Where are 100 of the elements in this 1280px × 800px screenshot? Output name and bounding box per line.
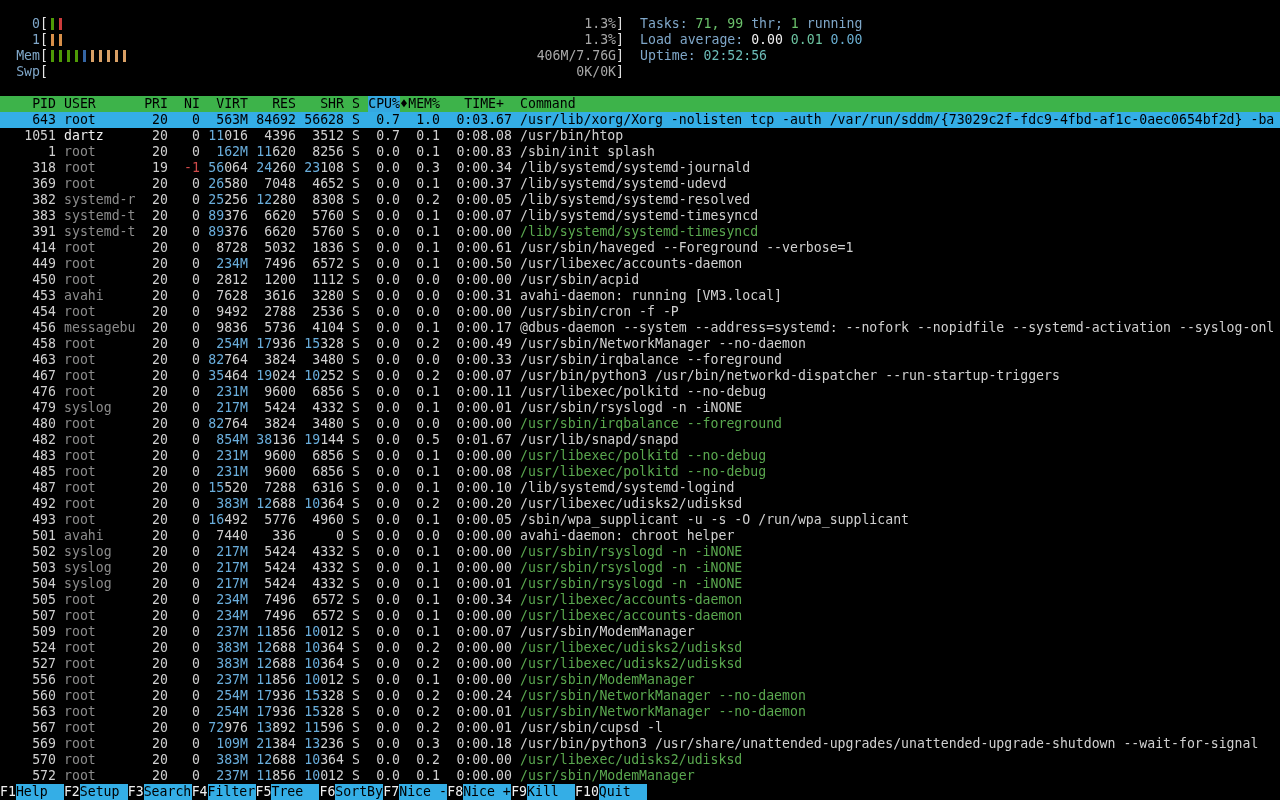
- table-cell: 11596: [304, 720, 344, 736]
- process-row[interactable]: 509 root 20 0 237M 11856 10012 S 0.0 0.1 0:00.07 /usr/sbin/ModemManager: [0, 624, 1280, 640]
- process-row[interactable]: 1 root 20 0 162M 11620 8256 S 0.0 0.1 0:00.83 /sbin/init splash: [0, 144, 1280, 160]
- function-button[interactable]: Setup: [79, 784, 128, 800]
- process-row[interactable]: 505 root 20 0 234M 7496 6572 S 0.0 0.1 0:00.34 /usr/libexec/accounts-daemon: [0, 592, 1280, 608]
- process-row[interactable]: 643 root 20 0 563M 84692 56628 S 0.7 1.0 0:03.67 /usr/lib/xorg/Xorg -nolisten tcp -auth /var/run/sddm/{73029c2f-fdc9-4fbd-af1c-0aec0654bf2d} -ba: [0, 112, 1280, 128]
- function-button[interactable]: Search: [143, 784, 192, 800]
- function-button[interactable]: Help: [15, 784, 64, 800]
- process-row[interactable]: 504 syslog 20 0 217M 5424 4332 S 0.0 0.1 0:00.01 /usr/sbin/rsyslogd -n -iNONE: [0, 576, 1280, 592]
- process-row[interactable]: 493 root 20 0 16492 5776 4960 S 0.0 0.1 0:00.05 /sbin/wpa_supplicant -u -s -O /run/wpa_supplicant: [0, 512, 1280, 528]
- function-button[interactable]: Nice -: [399, 784, 448, 800]
- table-cell-text: 0: [191, 656, 200, 672]
- table-cell-text: 0.0: [375, 576, 400, 592]
- column-header[interactable]: RES: [256, 96, 296, 112]
- process-row[interactable]: 501 avahi 20 0 7440 336 0 S 0.0 0.0 0:00.00 avahi-daemon: chroot helper: [0, 528, 1280, 544]
- function-button[interactable]: Tree: [271, 784, 320, 800]
- process-row[interactable]: 463 root 20 0 82764 3824 3480 S 0.0 0.0 0:00.33 /usr/sbin/irqbalance --foreground: [0, 352, 1280, 368]
- table-cell-text: 20: [151, 496, 168, 512]
- process-row[interactable]: 453 avahi 20 0 7628 3616 3280 S 0.0 0.0 0:00.31 avahi-daemon: running [VM3.local]: [0, 288, 1280, 304]
- process-row[interactable]: 467 root 20 0 35464 19024 10252 S 0.0 0.2 0:00.07 /usr/bin/python3 /usr/bin/networkd-dispatcher --run-startup-triggers: [0, 368, 1280, 384]
- process-row[interactable]: 556 root 20 0 237M 11856 10012 S 0.0 0.1 0:00.00 /usr/sbin/ModemManager: [0, 672, 1280, 688]
- table-cell-text: 0.0: [375, 464, 400, 480]
- table-cell-text: root: [64, 688, 97, 704]
- process-row[interactable]: 1051 dartz 20 0 11016 4396 3512 S 0.7 0.1 0:08.08 /usr/bin/htop: [0, 128, 1280, 144]
- process-row[interactable]: 382 systemd-r 20 0 25256 12280 8308 S 0.0 0.2 0:00.05 /lib/systemd/systemd-resolved: [0, 192, 1280, 208]
- table-cell-text: 109M: [215, 736, 248, 752]
- process-row[interactable]: 570 root 20 0 383M 12688 10364 S 0.0 0.2 0:00.00 /usr/libexec/udisks2/udisksd: [0, 752, 1280, 768]
- process-row[interactable]: 560 root 20 0 254M 17936 15328 S 0.0 0.2 0:00.24 /usr/sbin/NetworkManager --no-daemon: [0, 688, 1280, 704]
- process-row[interactable]: 456 messagebu 20 0 9836 5736 4104 S 0.0 0.1 0:00.17 @dbus-daemon --system --address=systemd: --nofork --nopidfile --systemd-activation --syslog-onl: [0, 320, 1280, 336]
- column-header[interactable]: CPU%: [368, 96, 400, 112]
- column-header[interactable]: MEM%: [408, 96, 440, 112]
- column-header[interactable]: PRI: [144, 96, 168, 112]
- table-cell: 19144: [304, 432, 344, 448]
- process-row[interactable]: 563 root 20 0 254M 17936 15328 S 0.0 0.2 0:00.01 /usr/sbin/NetworkManager --no-daemon: [0, 704, 1280, 720]
- table-cell-text: 20: [151, 464, 168, 480]
- table-cell-text: 0: [191, 224, 200, 240]
- table-cell-text: 0:00.61: [455, 240, 512, 256]
- table-cell: 23108: [304, 160, 344, 176]
- process-row[interactable]: 482 root 20 0 854M 38136 19144 S 0.0 0.5 0:01.67 /usr/lib/snapd/snapd: [0, 432, 1280, 448]
- process-row[interactable]: 487 root 20 0 15520 7288 6316 S 0.0 0.1 0:00.10 /lib/systemd/systemd-logind: [0, 480, 1280, 496]
- table-cell-text: 0.2: [415, 336, 440, 352]
- process-row[interactable]: 485 root 20 0 231M 9600 6856 S 0.0 0.1 0:00.08 /usr/libexec/polkitd --no-debug: [0, 464, 1280, 480]
- process-row[interactable]: 492 root 20 0 383M 12688 10364 S 0.0 0.2 0:00.20 /usr/libexec/udisks2/udisksd: [0, 496, 1280, 512]
- table-cell: S: [352, 416, 360, 432]
- table-cell-text: root: [64, 176, 97, 192]
- process-row[interactable]: 450 root 20 0 2812 1200 1112 S 0.0 0.0 0:00.00 /usr/sbin/acpid: [0, 272, 1280, 288]
- process-row[interactable]: 458 root 20 0 254M 17936 15328 S 0.0 0.2 0:00.49 /usr/sbin/NetworkManager --no-daemon: [0, 336, 1280, 352]
- process-row[interactable]: 524 root 20 0 383M 12688 10364 S 0.0 0.2 0:00.00 /usr/libexec/udisks2/udisksd: [0, 640, 1280, 656]
- table-cell-text: 0.2: [415, 496, 440, 512]
- column-header[interactable]: S: [352, 96, 360, 112]
- table-cell-text: 162M: [215, 144, 248, 160]
- process-row[interactable]: 507 root 20 0 234M 7496 6572 S 0.0 0.1 0:00.00 /usr/libexec/accounts-daemon: [0, 608, 1280, 624]
- process-row[interactable]: 414 root 20 0 8728 5032 1836 S 0.0 0.1 0:00.61 /usr/sbin/haveged --Foreground --verbose=1: [0, 240, 1280, 256]
- column-header[interactable]: VIRT: [208, 96, 248, 112]
- process-row[interactable]: 572 root 20 0 237M 11856 10012 S 0.0 0.1 0:00.00 /usr/sbin/ModemManager: [0, 768, 1280, 784]
- table-cell-text: 0.0: [375, 448, 400, 464]
- column-header[interactable]: USER: [64, 96, 136, 112]
- process-row[interactable]: 480 root 20 0 82764 3824 3480 S 0.0 0.0 0:00.00 /usr/sbin/irqbalance --foreground: [0, 416, 1280, 432]
- column-header[interactable]: SHR: [304, 96, 344, 112]
- table-cell-text: 0:00.00: [455, 528, 512, 544]
- function-button[interactable]: Nice +: [463, 784, 512, 800]
- function-button[interactable]: Quit: [598, 784, 647, 800]
- table-cell: 56064: [208, 160, 248, 176]
- table-cell: 25256: [208, 192, 248, 208]
- column-header[interactable]: PID: [0, 96, 56, 112]
- table-cell: S: [352, 592, 360, 608]
- process-row[interactable]: 527 root 20 0 383M 12688 10364 S 0.0 0.2 0:00.00 /usr/libexec/udisks2/udisksd: [0, 656, 1280, 672]
- function-button[interactable]: Filter: [207, 784, 256, 800]
- column-header[interactable]: Command: [520, 96, 1280, 112]
- column-header[interactable]: TIME+: [448, 96, 512, 112]
- table-cell-text: 0.1: [415, 512, 440, 528]
- function-button[interactable]: Kill: [527, 784, 575, 800]
- process-row[interactable]: 479 syslog 20 0 217M 5424 4332 S 0.0 0.1 0:00.01 /usr/sbin/rsyslogd -n -iNONE: [0, 400, 1280, 416]
- process-row[interactable]: 503 syslog 20 0 217M 5424 4332 S 0.0 0.1 0:00.00 /usr/sbin/rsyslogd -n -iNONE: [0, 560, 1280, 576]
- function-button[interactable]: SortBy: [335, 784, 384, 800]
- process-row[interactable]: 369 root 20 0 26580 7048 4652 S 0.0 0.1 0:00.37 /lib/systemd/systemd-udevd: [0, 176, 1280, 192]
- table-cell-text: /lib/systemd/systemd-timesyncd: [520, 208, 760, 224]
- table-cell-text: 0: [335, 528, 344, 544]
- table-cell-text: root: [64, 512, 97, 528]
- process-row[interactable]: 383 systemd-t 20 0 89376 6620 5760 S 0.0 0.1 0:00.07 /lib/systemd/systemd-timesyncd: [0, 208, 1280, 224]
- table-cell: S: [352, 512, 360, 528]
- process-row[interactable]: 318 root 19 -1 56064 24260 23108 S 0.0 0.3 0:00.34 /lib/systemd/systemd-journald: [0, 160, 1280, 176]
- table-cell-text: 0.0: [375, 528, 400, 544]
- process-row[interactable]: 502 syslog 20 0 217M 5424 4332 S 0.0 0.1 0:00.00 /usr/sbin/rsyslogd -n -iNONE: [0, 544, 1280, 560]
- table-cell-text: 0.0: [375, 768, 400, 784]
- table-cell-text: 0.0: [375, 384, 400, 400]
- table-cell: 10252: [304, 368, 344, 384]
- process-row[interactable]: 569 root 20 0 109M 21384 13236 S 0.0 0.3 0:00.18 /usr/bin/python3 /usr/share/unattended-upgrades/unattended-upgrade-shutdown --wait-for-signal: [0, 736, 1280, 752]
- column-header[interactable]: NI: [176, 96, 200, 112]
- process-row[interactable]: 483 root 20 0 231M 9600 6856 S 0.0 0.1 0:00.00 /usr/libexec/polkitd --no-debug: [0, 448, 1280, 464]
- table-cell-text: 4332: [311, 544, 344, 560]
- process-row[interactable]: 476 root 20 0 231M 9600 6856 S 0.0 0.1 0:00.11 /usr/libexec/polkitd --no-debug: [0, 384, 1280, 400]
- process-row[interactable]: 454 root 20 0 9492 2788 2536 S 0.0 0.0 0:00.00 /usr/sbin/cron -f -P: [0, 304, 1280, 320]
- table-cell-text: 0: [191, 128, 200, 144]
- process-row[interactable]: 449 root 20 0 234M 7496 6572 S 0.0 0.1 0:00.50 /usr/libexec/accounts-daemon: [0, 256, 1280, 272]
- process-row[interactable]: 567 root 20 0 72976 13892 11596 S 0.0 0.2 0:00.01 /usr/sbin/cupsd -l: [0, 720, 1280, 736]
- process-row[interactable]: 391 systemd-t 20 0 89376 6620 5760 S 0.0 0.1 0:00.00 /lib/systemd/systemd-timesyncd: [0, 224, 1280, 240]
- table-cell-text: /usr/sbin/irqbalance --foreground: [520, 352, 783, 368]
- table-cell-text: 0:00.00: [455, 768, 512, 784]
- table-cell-text: 20: [151, 432, 168, 448]
